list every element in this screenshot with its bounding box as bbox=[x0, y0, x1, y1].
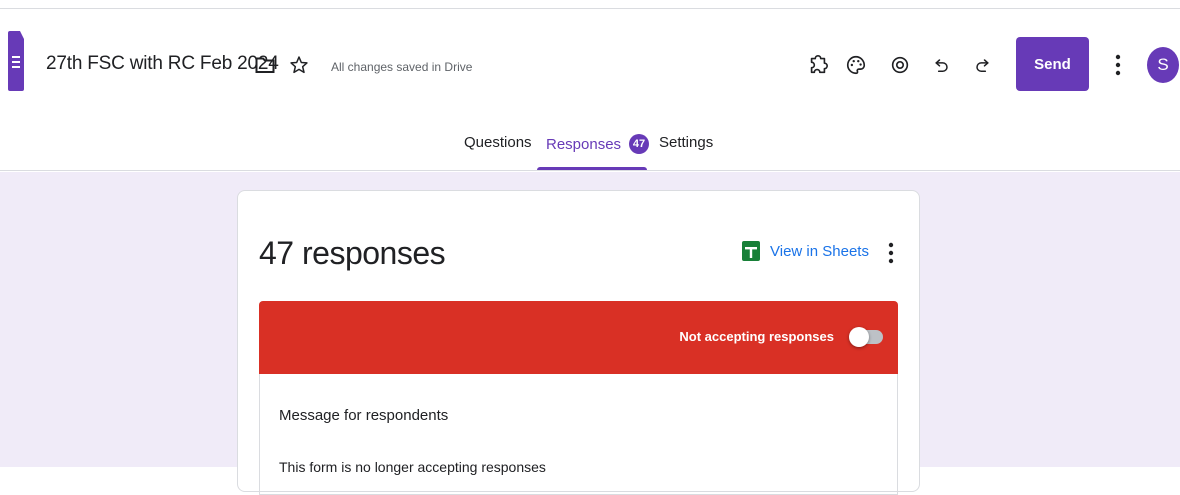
tab-responses-label: Responses bbox=[546, 135, 622, 153]
tab-responses[interactable]: Responses 47 bbox=[546, 134, 650, 154]
view-in-sheets-label: View in Sheets bbox=[770, 242, 869, 260]
tabs-divider bbox=[0, 170, 1180, 171]
form-header: 27th FSC with RC Feb 2024 All changes sa… bbox=[0, 9, 1180, 119]
responses-summary-card: 47 responses View in Sheets Not acceptin… bbox=[237, 190, 920, 495]
message-text[interactable]: This form is no longer accepting respons… bbox=[279, 459, 546, 475]
redo-icon[interactable] bbox=[967, 50, 997, 80]
send-button[interactable]: Send bbox=[1016, 37, 1089, 91]
message-heading: Message for respondents bbox=[279, 407, 449, 424]
forms-logo-icon[interactable] bbox=[8, 31, 24, 91]
palette-icon[interactable] bbox=[841, 50, 871, 80]
sheets-icon bbox=[742, 241, 760, 261]
tab-settings[interactable]: Settings bbox=[659, 134, 713, 151]
responses-content: 47 responses View in Sheets Not acceptin… bbox=[0, 172, 1180, 495]
accepting-responses-toggle[interactable] bbox=[849, 323, 885, 351]
respondent-message-panel: Message for respondents This form is no … bbox=[259, 374, 898, 495]
undo-icon[interactable] bbox=[927, 50, 957, 80]
card-more-vert-icon[interactable] bbox=[883, 239, 899, 267]
star-icon[interactable] bbox=[286, 53, 312, 77]
folder-icon[interactable] bbox=[252, 53, 278, 77]
addon-icon[interactable] bbox=[803, 50, 833, 80]
more-vert-icon[interactable] bbox=[1106, 50, 1130, 80]
saved-status: All changes saved in Drive bbox=[331, 60, 473, 74]
not-accepting-banner: Not accepting responses bbox=[259, 301, 898, 374]
accepting-responses-label: Not accepting responses bbox=[679, 329, 834, 344]
view-in-sheets-button[interactable]: View in Sheets bbox=[742, 241, 869, 261]
preview-icon[interactable] bbox=[885, 50, 915, 80]
response-count-heading: 47 responses bbox=[259, 235, 446, 271]
tab-questions-label: Questions bbox=[464, 134, 532, 151]
avatar[interactable]: S bbox=[1147, 47, 1179, 83]
tab-questions[interactable]: Questions bbox=[464, 134, 532, 151]
tab-settings-label: Settings bbox=[659, 134, 714, 151]
form-tabs: Questions Responses 47 Settings bbox=[0, 119, 1180, 171]
form-title[interactable]: 27th FSC with RC Feb 2024 bbox=[46, 53, 279, 75]
toggle-thumb bbox=[849, 327, 869, 347]
responses-count-badge: 47 bbox=[629, 134, 650, 154]
